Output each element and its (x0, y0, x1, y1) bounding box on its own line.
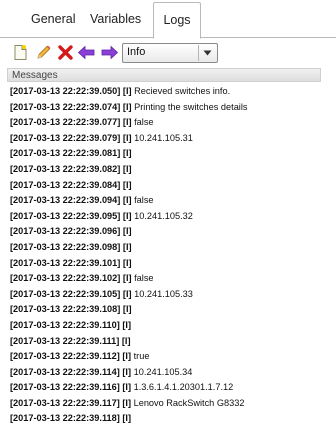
log-line: [2017-03-13 22:22:39.095] [I] 10.241.105… (10, 209, 330, 225)
log-timestamp: [2017-03-13 22:22:39.105] [I] (10, 288, 132, 299)
log-text: 10.241.105.33 (131, 288, 193, 299)
log-level-value: Info (127, 46, 146, 58)
log-timestamp: [2017-03-13 22:22:39.110] [I] (10, 319, 132, 330)
log-line: [2017-03-13 22:22:39.108] [I] (10, 302, 330, 318)
log-text: false (131, 195, 154, 206)
log-timestamp: [2017-03-13 22:22:39.095] [I] (10, 210, 132, 221)
log-timestamp: [2017-03-13 22:22:39.112] [I] (10, 351, 132, 362)
forward-arrow-icon[interactable] (100, 43, 119, 62)
log-line: [2017-03-13 22:22:39.094] [I] false (10, 193, 330, 209)
log-text: Lenovo RackSwitch G8332 (131, 397, 245, 408)
log-timestamp: [2017-03-13 22:22:39.101] [I] (10, 257, 132, 268)
log-timestamp: [2017-03-13 22:22:39.116] [I] (10, 382, 132, 393)
log-line: [2017-03-13 22:22:39.102] [I] false (10, 271, 330, 287)
toolbar: Info (0, 38, 336, 67)
log-timestamp: [2017-03-13 22:22:39.102] [I] (10, 273, 132, 284)
messages-column-header: Messages (7, 68, 321, 82)
log-timestamp: [2017-03-13 22:22:39.074] [I] (10, 101, 132, 112)
log-timestamp: [2017-03-13 22:22:39.114] [I] (10, 366, 132, 377)
log-line: [2017-03-13 22:22:39.050] [I] Recieved s… (10, 84, 330, 100)
new-document-icon[interactable] (11, 43, 30, 62)
log-line: [2017-03-13 22:22:39.079] [I] 10.241.105… (10, 131, 330, 147)
log-text: Printing the switches details (131, 101, 248, 112)
log-timestamp: [2017-03-13 22:22:39.117] [I] (10, 397, 132, 408)
log-text: 10.241.105.34 (131, 366, 193, 377)
pencil-icon[interactable] (34, 43, 53, 62)
log-timestamp: [2017-03-13 22:22:39.079] [I] (10, 132, 132, 143)
log-line: [2017-03-13 22:22:39.082] [I] (10, 162, 330, 178)
log-text: false (131, 273, 154, 284)
back-arrow-icon[interactable] (77, 43, 96, 62)
log-text: false (131, 117, 154, 128)
log-line: [2017-03-13 22:22:39.114] [I] 10.241.105… (10, 365, 330, 381)
log-text: Recieved switches info. (131, 86, 231, 96)
log-line: [2017-03-13 22:22:39.112] [I] true (10, 349, 330, 365)
log-line: [2017-03-13 22:22:39.110] [I] (10, 318, 330, 334)
log-text: 10.241.105.32 (131, 210, 193, 221)
log-timestamp: [2017-03-13 22:22:39.098] [I] (10, 241, 132, 252)
log-timestamp: [2017-03-13 22:22:39.084] [I] (10, 179, 132, 190)
log-line: [2017-03-13 22:22:39.116] [I] 1.3.6.1.4.… (10, 380, 330, 396)
log-text: 1.3.6.1.4.1.20301.1.7.12 (131, 382, 234, 393)
log-text: true (131, 351, 150, 362)
log-level-select[interactable]: Info (122, 43, 218, 63)
log-line: [2017-03-13 22:22:39.084] [I] (10, 178, 330, 194)
log-timestamp: [2017-03-13 22:22:39.081] [I] (10, 148, 132, 159)
delete-x-icon[interactable] (56, 43, 75, 62)
log-timestamp: [2017-03-13 22:22:39.082] [I] (10, 163, 132, 174)
log-timestamp: [2017-03-13 22:22:39.096] [I] (10, 226, 132, 237)
log-timestamp: [2017-03-13 22:22:39.050] [I] (10, 86, 132, 96)
log-line: [2017-03-13 22:22:39.111] [I] (10, 334, 330, 350)
log-timestamp: [2017-03-13 22:22:39.108] [I] (10, 304, 132, 315)
log-text: 10.241.105.31 (131, 132, 193, 143)
log-timestamp: [2017-03-13 22:22:39.118] [I] (10, 413, 132, 424)
log-line: [2017-03-13 22:22:39.096] [I] (10, 224, 330, 240)
log-line: [2017-03-13 22:22:39.118] [I] (10, 411, 330, 427)
log-timestamp: [2017-03-13 22:22:39.077] [I] (10, 117, 132, 128)
log-timestamp: [2017-03-13 22:22:39.094] [I] (10, 195, 132, 206)
tab-variables[interactable]: Variables (84, 6, 147, 36)
log-timestamp: [2017-03-13 22:22:39.111] [I] (10, 335, 131, 346)
tab-general[interactable]: General (25, 6, 81, 36)
log-line: [2017-03-13 22:22:39.077] [I] false (10, 115, 330, 131)
log-line: [2017-03-13 22:22:39.098] [I] (10, 240, 330, 256)
tab-bar: General Variables Logs (0, 0, 336, 39)
log-line: [2017-03-13 22:22:39.074] [I] Printing t… (10, 100, 330, 116)
log-line: [2017-03-13 22:22:39.081] [I] (10, 146, 330, 162)
log-line: [2017-03-13 22:22:39.117] [I] Lenovo Rac… (10, 396, 330, 412)
log-line: [2017-03-13 22:22:39.101] [I] (10, 256, 330, 272)
tab-logs[interactable]: Logs (153, 2, 201, 39)
log-message-list: [2017-03-13 22:22:39.050] [I] Recieved s… (10, 84, 330, 427)
chevron-down-icon[interactable] (198, 45, 216, 61)
messages-header-label: Messages (12, 70, 58, 81)
log-line: [2017-03-13 22:22:39.105] [I] 10.241.105… (10, 287, 330, 303)
